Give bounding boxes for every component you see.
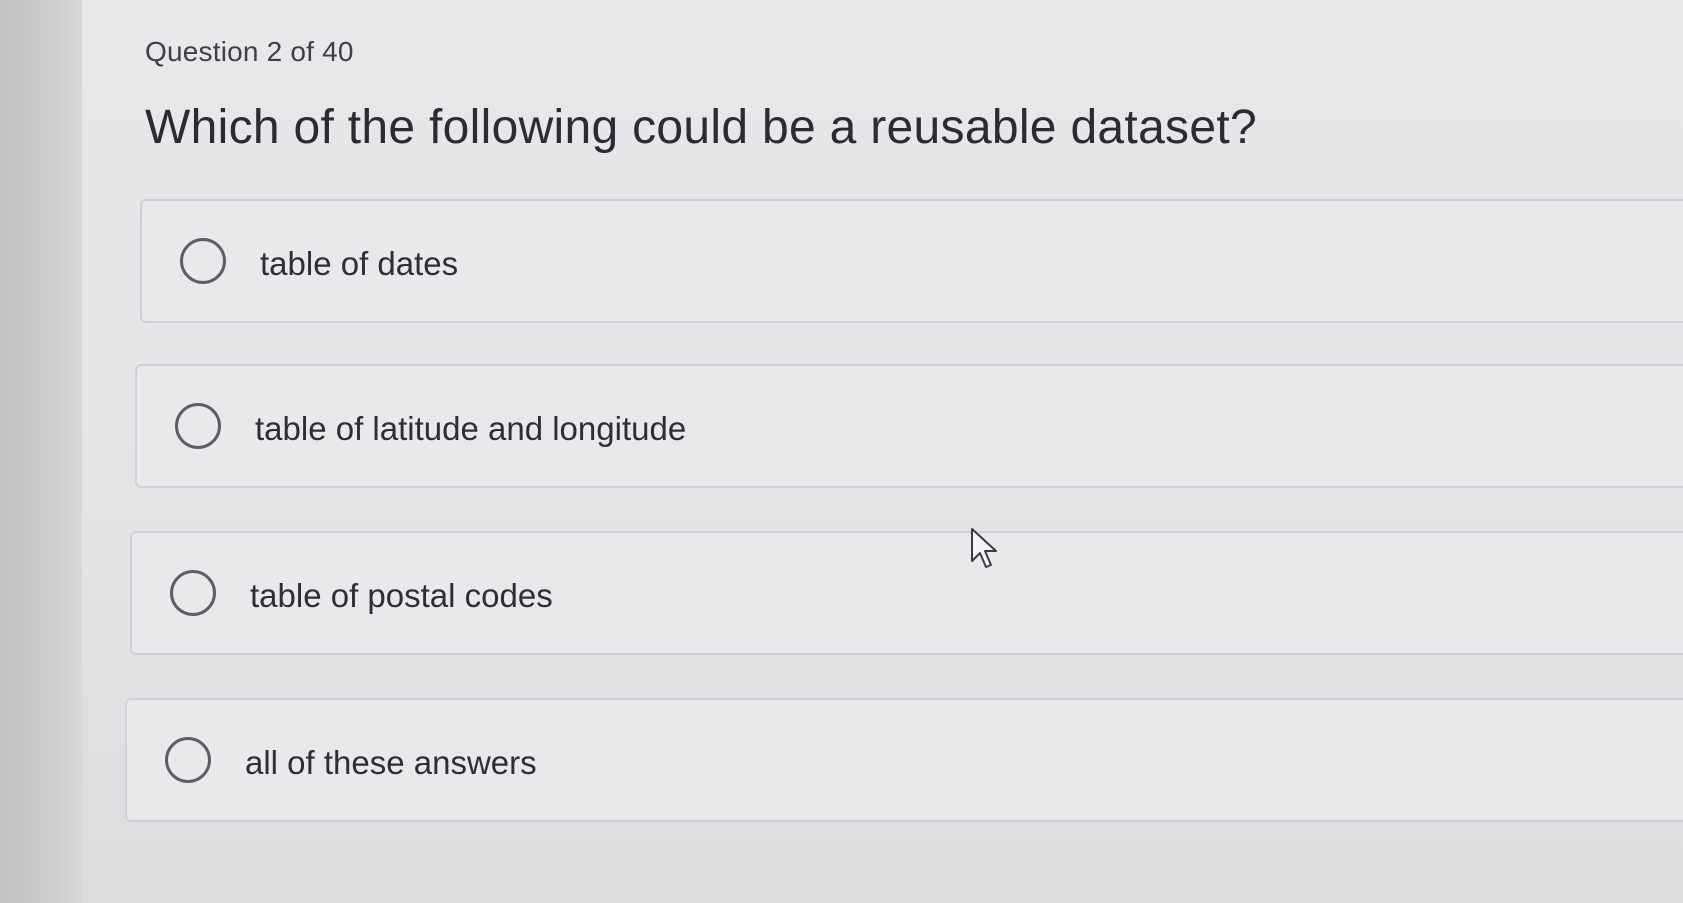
answer-choices: table of dates table of latitude and lon…: [0, 0, 1683, 903]
answer-option-1[interactable]: table of dates: [140, 199, 1683, 323]
answer-option-2[interactable]: table of latitude and longitude: [135, 364, 1683, 488]
answer-option-3[interactable]: table of postal codes: [130, 531, 1683, 655]
answer-option-label: table of latitude and longitude: [255, 410, 687, 447]
answer-option-label: all of these answers: [245, 744, 537, 781]
answer-option-4[interactable]: all of these answers: [125, 698, 1683, 822]
radio-button-icon[interactable]: [180, 238, 226, 284]
radio-button-icon[interactable]: [175, 403, 221, 449]
answer-option-label: table of dates: [260, 245, 459, 282]
radio-button-icon[interactable]: [170, 570, 216, 616]
radio-button-icon[interactable]: [165, 737, 211, 783]
mouse-pointer-icon: [971, 528, 997, 568]
answer-option-label: table of postal codes: [250, 577, 553, 614]
